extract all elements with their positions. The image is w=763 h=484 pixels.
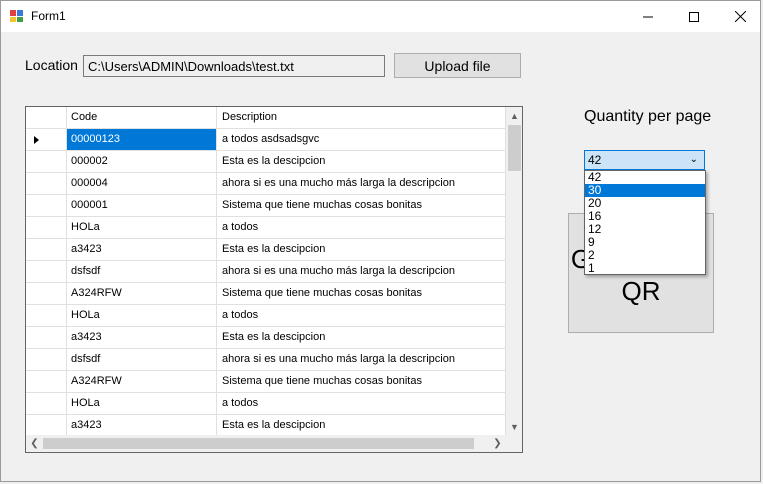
code-cell[interactable]: a3423 [67, 415, 217, 435]
row-header[interactable] [26, 327, 67, 349]
row-header[interactable] [26, 349, 67, 371]
data-grid[interactable]: Code Description 00000123 a todos asdsad… [25, 106, 523, 453]
scroll-up-icon[interactable]: ▲ [506, 107, 522, 124]
quantity-option[interactable]: 30 [585, 184, 705, 197]
code-cell[interactable]: 00000123 [67, 129, 217, 151]
current-row-icon [34, 136, 39, 144]
column-header-description[interactable]: Description [217, 107, 506, 129]
table-row[interactable]: A324RFW Sistema que tiene muchas cosas b… [26, 371, 506, 393]
quantity-option[interactable]: 12 [585, 223, 705, 236]
code-cell[interactable]: a3423 [67, 239, 217, 261]
scrollbar-corner [506, 435, 522, 452]
row-header[interactable] [26, 129, 67, 151]
close-icon [734, 11, 746, 22]
row-header[interactable] [26, 415, 67, 435]
close-button[interactable] [717, 1, 763, 32]
location-label: Location [25, 57, 78, 73]
code-cell[interactable]: HOLa [67, 217, 217, 239]
scroll-left-icon[interactable]: ❮ [26, 435, 43, 452]
row-header[interactable] [26, 195, 67, 217]
description-cell[interactable]: Esta es la descipcion [217, 415, 506, 435]
description-cell[interactable]: ahora si es una mucho más larga la descr… [217, 261, 506, 283]
description-cell[interactable]: Sistema que tiene muchas cosas bonitas [217, 195, 506, 217]
code-cell[interactable]: dsfsdf [67, 261, 217, 283]
description-cell[interactable]: a todos asdsadsgvc [217, 129, 506, 151]
description-cell[interactable]: ahora si es una mucho más larga la descr… [217, 349, 506, 371]
scroll-down-icon[interactable]: ▼ [506, 418, 522, 435]
generate-button-line2: QR [621, 276, 661, 306]
code-cell[interactable]: a3423 [67, 327, 217, 349]
row-header[interactable] [26, 283, 67, 305]
row-header[interactable] [26, 261, 67, 283]
chevron-down-icon[interactable]: ⌄ [690, 151, 698, 169]
row-header[interactable] [26, 305, 67, 327]
table-row[interactable]: a3423 Esta es la descipcion [26, 415, 506, 435]
quantity-select[interactable]: 42 ⌄ [584, 150, 705, 170]
description-cell[interactable]: ahora si es una mucho más larga la descr… [217, 173, 506, 195]
table-row[interactable]: HOLa a todos [26, 393, 506, 415]
quantity-option[interactable]: 9 [585, 236, 705, 249]
table-row[interactable]: HOLa a todos [26, 305, 506, 327]
table-row[interactable]: A324RFW Sistema que tiene muchas cosas b… [26, 283, 506, 305]
quantity-option[interactable]: 20 [585, 197, 705, 210]
title-bar[interactable]: Form1 [1, 1, 760, 32]
table-row[interactable]: 00000123 a todos asdsadsgvc [26, 129, 506, 151]
description-cell[interactable]: Esta es la descipcion [217, 239, 506, 261]
table-row[interactable]: dsfsdf ahora si es una mucho más larga l… [26, 349, 506, 371]
column-header-code[interactable]: Code [67, 107, 217, 129]
row-header[interactable] [26, 173, 67, 195]
code-cell[interactable]: 000004 [67, 173, 217, 195]
form-window: Form1 Location C:\Users\ADMIN\Downloads\… [0, 0, 761, 482]
description-cell[interactable]: Sistema que tiene muchas cosas bonitas [217, 371, 506, 393]
table-row[interactable]: dsfsdf ahora si es una mucho más larga l… [26, 261, 506, 283]
row-header[interactable] [26, 151, 67, 173]
minimize-button[interactable] [625, 1, 671, 32]
row-header[interactable] [26, 217, 67, 239]
app-icon [10, 10, 23, 22]
code-cell[interactable]: HOLa [67, 305, 217, 327]
quantity-per-page-label: Quantity per page [584, 108, 712, 125]
table-row[interactable]: 000002 Esta es la descipcion [26, 151, 506, 173]
quantity-option[interactable]: 2 [585, 249, 705, 262]
row-header[interactable] [26, 393, 67, 415]
horizontal-scrollbar[interactable]: ❮ ❯ [26, 435, 506, 452]
horizontal-scroll-thumb[interactable] [43, 438, 474, 449]
code-cell[interactable]: HOLa [67, 393, 217, 415]
description-cell[interactable]: Sistema que tiene muchas cosas bonitas [217, 283, 506, 305]
location-path-field[interactable]: C:\Users\ADMIN\Downloads\test.txt [83, 55, 385, 77]
quantity-option[interactable]: 1 [585, 262, 705, 275]
quantity-option[interactable]: 42 [585, 171, 705, 184]
minimize-icon [643, 16, 653, 17]
upload-file-button[interactable]: Upload file [394, 53, 521, 78]
code-cell[interactable]: A324RFW [67, 283, 217, 305]
description-cell[interactable]: a todos [217, 217, 506, 239]
code-cell[interactable]: A324RFW [67, 371, 217, 393]
description-cell[interactable]: a todos [217, 393, 506, 415]
code-cell[interactable]: dsfsdf [67, 349, 217, 371]
maximize-button[interactable] [671, 1, 717, 32]
code-cell[interactable]: 000002 [67, 151, 217, 173]
table-row[interactable]: 000001 Sistema que tiene muchas cosas bo… [26, 195, 506, 217]
row-header[interactable] [26, 371, 67, 393]
grid-corner-header[interactable] [26, 107, 67, 129]
table-row[interactable]: a3423 Esta es la descipcion [26, 327, 506, 349]
description-cell[interactable]: Esta es la descipcion [217, 151, 506, 173]
grid-body: Code Description 00000123 a todos asdsad… [26, 107, 506, 435]
row-header[interactable] [26, 239, 67, 261]
maximize-icon [689, 11, 699, 22]
grid-header-row: Code Description [26, 107, 506, 129]
quantity-selected-value: 42 [588, 153, 602, 167]
table-row[interactable]: 000004 ahora si es una mucho más larga l… [26, 173, 506, 195]
quantity-option[interactable]: 16 [585, 210, 705, 223]
window-title: Form1 [31, 9, 66, 23]
scroll-right-icon[interactable]: ❯ [489, 435, 506, 452]
table-row[interactable]: a3423 Esta es la descipcion [26, 239, 506, 261]
table-row[interactable]: HOLa a todos [26, 217, 506, 239]
vertical-scroll-thumb[interactable] [508, 125, 521, 171]
description-cell[interactable]: Esta es la descipcion [217, 327, 506, 349]
description-cell[interactable]: a todos [217, 305, 506, 327]
quantity-dropdown-list[interactable]: 42 30 20 16 12 9 2 1 [584, 170, 706, 275]
code-cell[interactable]: 000001 [67, 195, 217, 217]
